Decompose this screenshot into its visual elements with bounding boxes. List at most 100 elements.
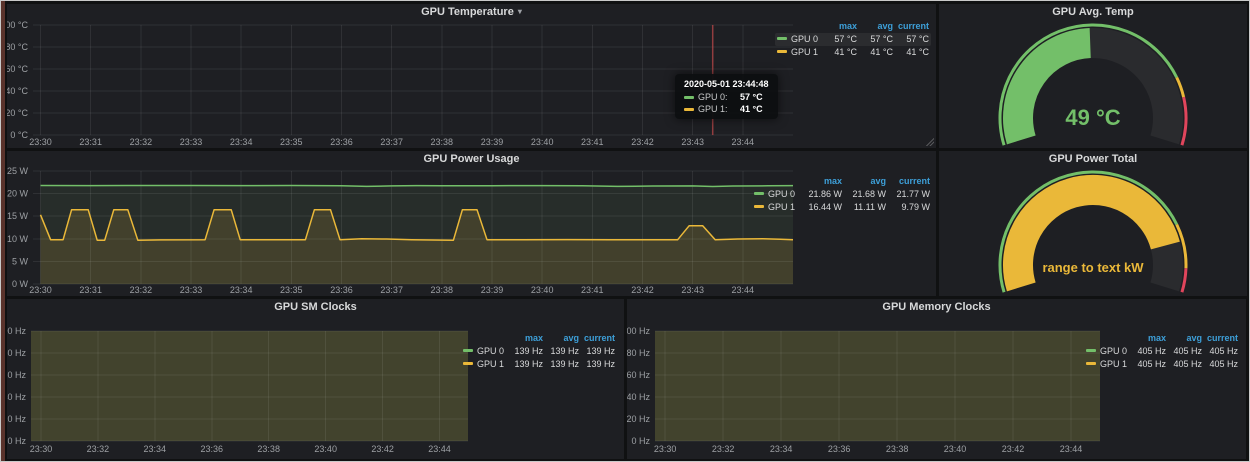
tooltip-series-name: GPU 1: — [698, 104, 730, 114]
legend-column-header[interactable]: max — [507, 332, 543, 345]
svg-text:23:38: 23:38 — [886, 444, 909, 454]
svg-text:40 °C: 40 °C — [7, 86, 28, 96]
svg-text:23:34: 23:34 — [770, 444, 793, 454]
legend-column-header[interactable]: avg — [543, 332, 579, 345]
gpu-power-usage-chart[interactable]: 0 W5 W10 W15 W20 W25 W23:3023:3123:3223:… — [7, 165, 803, 296]
legend-table: maxavgcurrentGPU 057 °C57 °C57 °CGPU 141… — [775, 20, 931, 59]
svg-text:23:33: 23:33 — [180, 285, 203, 295]
svg-text:5 W: 5 W — [12, 256, 29, 266]
legend-column-header[interactable]: current — [1202, 332, 1238, 345]
svg-text:49 °C: 49 °C — [1065, 105, 1120, 130]
legend-value: 21.77 W — [886, 188, 930, 201]
series-color-marker — [1086, 349, 1096, 352]
panel-title-gpu-sm-clocks[interactable]: GPU SM Clocks — [7, 299, 624, 314]
panel-gpu-avg-temp: GPU Avg. Temp 49 °C — [939, 4, 1247, 148]
panel-gpu-memory-clocks: GPU Memory Clocks 0 Hz20 Hz40 Hz60 Hz80 … — [627, 299, 1246, 459]
legend-column-header[interactable]: avg — [842, 175, 886, 188]
svg-text:23:30: 23:30 — [29, 137, 52, 147]
svg-text:23:36: 23:36 — [330, 285, 353, 295]
svg-text:23:40: 23:40 — [944, 444, 967, 454]
legend-series-toggle[interactable]: GPU 0 — [777, 33, 821, 46]
legend-column-header[interactable]: max — [798, 175, 842, 188]
legend-series-toggle[interactable]: GPU 0 — [1086, 345, 1130, 358]
legend-value: 405 Hz — [1202, 358, 1238, 371]
svg-text:23:42: 23:42 — [1002, 444, 1025, 454]
series-color-marker — [754, 205, 764, 208]
legend-series-toggle[interactable]: GPU 0 — [463, 345, 507, 358]
svg-text:80 Hz: 80 Hz — [627, 348, 650, 358]
svg-text:23:42: 23:42 — [631, 137, 654, 147]
legend-column-header[interactable]: max — [1130, 332, 1166, 345]
svg-text:100 Hz: 100 Hz — [627, 326, 650, 336]
gpu-avg-temp-gauge: 49 °C — [943, 18, 1243, 148]
svg-text:23:43: 23:43 — [681, 137, 704, 147]
gpu-memory-clocks-chart[interactable]: 0 Hz20 Hz40 Hz60 Hz80 Hz100 Hz23:3023:32… — [627, 315, 1107, 455]
svg-text:100 Hz: 100 Hz — [7, 326, 26, 336]
svg-text:23:31: 23:31 — [79, 137, 102, 147]
legend-value: 405 Hz — [1202, 345, 1238, 358]
panel-resize-handle[interactable] — [925, 137, 934, 146]
legend-value: 139 Hz — [507, 358, 543, 371]
panel-title-gpu-power-total[interactable]: GPU Power Total — [939, 151, 1247, 166]
svg-text:20 W: 20 W — [7, 189, 28, 199]
legend-value: 57 °C — [893, 33, 929, 46]
legend-row: GPU 021.86 W21.68 W21.77 W — [752, 188, 932, 201]
svg-text:60 Hz: 60 Hz — [627, 370, 650, 380]
panel-gpu-power-total: GPU Power Total range to text kW — [939, 151, 1247, 296]
svg-text:23:40: 23:40 — [314, 444, 337, 454]
chevron-down-icon: ▾ — [518, 7, 522, 16]
legend-header-row: maxavgcurrent — [1084, 332, 1240, 345]
svg-text:23:42: 23:42 — [631, 285, 654, 295]
legend-column-header[interactable]: current — [579, 332, 615, 345]
legend-row: GPU 0405 Hz405 Hz405 Hz — [1084, 345, 1240, 358]
svg-text:20 °C: 20 °C — [7, 108, 28, 118]
panel-title-gpu-memory-clocks[interactable]: GPU Memory Clocks — [627, 299, 1246, 314]
legend-column-header[interactable]: current — [886, 175, 930, 188]
legend-value: 11.11 W — [842, 201, 886, 214]
side-accent-strip — [1, 1, 5, 461]
svg-text:0 °C: 0 °C — [10, 130, 28, 140]
svg-text:23:38: 23:38 — [431, 137, 454, 147]
svg-text:23:42: 23:42 — [371, 444, 394, 454]
panel-title-gpu-avg-temp[interactable]: GPU Avg. Temp — [939, 4, 1247, 19]
legend-series-toggle[interactable]: GPU 1 — [754, 201, 798, 214]
legend-value: 139 Hz — [543, 358, 579, 371]
gpu-sm-clocks-chart[interactable]: 0 Hz20 Hz40 Hz60 Hz80 Hz100 Hz23:3023:32… — [7, 315, 483, 455]
svg-text:23:36: 23:36 — [201, 444, 224, 454]
legend-value: 57 °C — [821, 33, 857, 46]
tooltip-series-name: GPU 0: — [698, 92, 730, 102]
svg-text:23:32: 23:32 — [130, 137, 153, 147]
legend-column-header[interactable]: current — [893, 20, 929, 33]
legend-value: 57 °C — [857, 33, 893, 46]
svg-text:25 W: 25 W — [7, 166, 28, 176]
svg-text:23:39: 23:39 — [481, 285, 504, 295]
series-color-marker — [463, 349, 473, 352]
svg-text:23:39: 23:39 — [481, 137, 504, 147]
legend-series-toggle[interactable]: GPU 1 — [1086, 358, 1130, 371]
series-color-marker — [463, 362, 473, 365]
legend-series-toggle[interactable]: GPU 0 — [754, 188, 798, 201]
legend-value: 139 Hz — [579, 358, 615, 371]
legend-row: GPU 1405 Hz405 Hz405 Hz — [1084, 358, 1240, 371]
tooltip-series-row: GPU 1: 41 °C — [684, 104, 769, 114]
legend-value: 16.44 W — [798, 201, 842, 214]
panel-title-gpu-power-usage[interactable]: GPU Power Usage — [7, 151, 936, 166]
legend-column-header[interactable]: avg — [1166, 332, 1202, 345]
legend-series-toggle[interactable]: GPU 1 — [463, 358, 507, 371]
dashboard: GPU Temperature ▾ 0 °C20 °C40 °C60 °C80 … — [0, 0, 1250, 462]
legend-table: maxavgcurrentGPU 0405 Hz405 Hz405 HzGPU … — [1084, 332, 1240, 371]
panel-title-text: GPU Power Usage — [424, 153, 520, 165]
panel-title-gpu-temperature[interactable]: GPU Temperature ▾ — [7, 4, 936, 19]
legend-series-toggle[interactable]: GPU 1 — [777, 46, 821, 59]
legend-header-row: maxavgcurrent — [752, 175, 932, 188]
svg-text:40 Hz: 40 Hz — [7, 392, 26, 402]
legend-column-header[interactable]: avg — [857, 20, 893, 33]
legend-header-row: maxavgcurrent — [775, 20, 931, 33]
svg-text:10 W: 10 W — [7, 234, 28, 244]
svg-text:23:36: 23:36 — [330, 137, 353, 147]
legend-column-header[interactable]: max — [821, 20, 857, 33]
tooltip-series-value: 41 °C — [740, 104, 763, 114]
svg-text:23:40: 23:40 — [531, 137, 554, 147]
gpu-power-total-gauge: range to text kW — [943, 165, 1243, 295]
svg-text:80 Hz: 80 Hz — [7, 348, 26, 358]
